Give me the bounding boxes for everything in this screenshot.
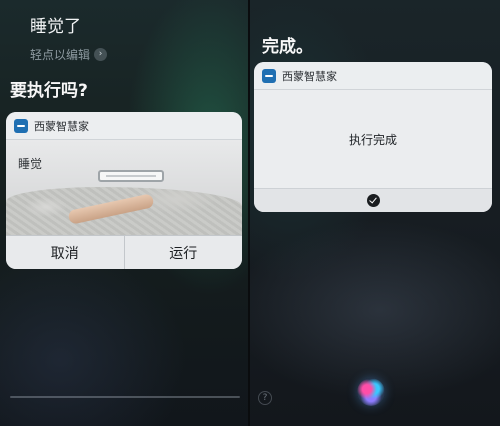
shortcut-preview-image: 睡觉 bbox=[6, 140, 242, 235]
run-button[interactable]: 运行 bbox=[123, 236, 243, 269]
confirm-question: 要执行吗? bbox=[10, 81, 88, 101]
home-indicator bbox=[10, 396, 240, 398]
siri-orb-icon[interactable] bbox=[357, 378, 385, 406]
app-name: 西蒙智慧家 bbox=[282, 69, 337, 83]
tap-to-edit-label: 轻点以编辑 bbox=[30, 48, 91, 62]
shortcut-card: 西蒙智慧家 睡觉 取消 运行 bbox=[6, 112, 242, 269]
result-body: 执行完成 bbox=[254, 90, 492, 188]
app-icon bbox=[14, 118, 28, 133]
shortcut-label: 睡觉 bbox=[18, 157, 43, 171]
question-icon[interactable]: ? bbox=[258, 391, 272, 405]
card-actions: 取消 运行 bbox=[6, 235, 242, 269]
siri-confirm-panel: 睡觉了 轻点以编辑 › 要执行吗? 西蒙智慧家 睡觉 取消 运行 bbox=[0, 0, 248, 426]
cancel-button[interactable]: 取消 bbox=[6, 236, 124, 269]
card-header: 西蒙智慧家 bbox=[6, 112, 242, 140]
card-header: 西蒙智慧家 bbox=[254, 62, 492, 90]
device-illustration bbox=[98, 170, 164, 182]
checkmark-icon bbox=[366, 194, 380, 207]
chevron-right-icon: › bbox=[94, 48, 108, 61]
card-footer bbox=[254, 188, 492, 212]
status-text: 完成。 bbox=[262, 37, 313, 57]
app-name: 西蒙智慧家 bbox=[34, 119, 89, 133]
result-text: 执行完成 bbox=[348, 132, 397, 147]
app-icon bbox=[262, 68, 276, 83]
siri-result-panel: 完成。 西蒙智慧家 执行完成 bbox=[250, 0, 500, 426]
tap-to-edit[interactable]: 轻点以编辑 › bbox=[30, 46, 108, 63]
result-card: 西蒙智慧家 执行完成 bbox=[254, 62, 492, 212]
siri-utterance: 睡觉了 bbox=[30, 17, 81, 37]
